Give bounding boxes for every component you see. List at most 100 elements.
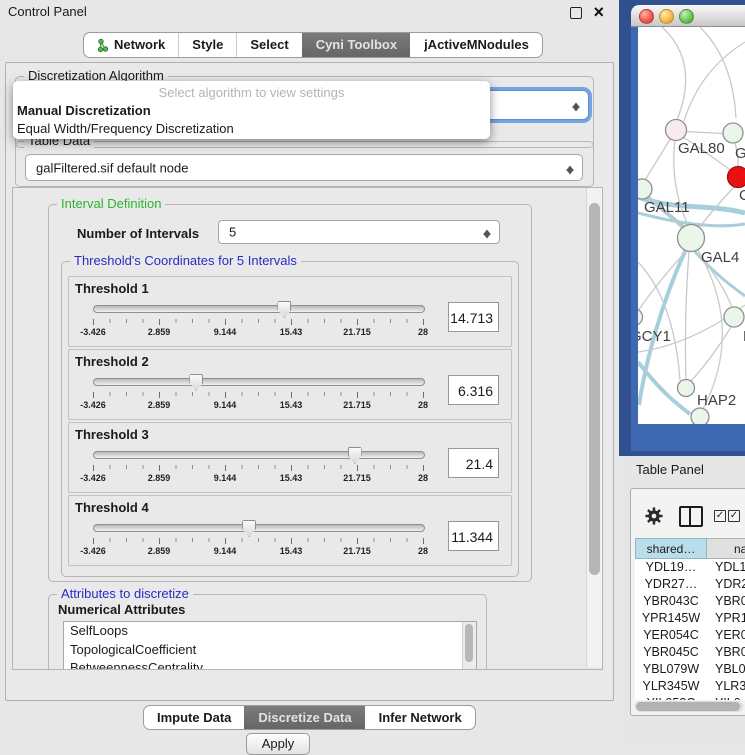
tick-label: 21.715 (343, 546, 371, 556)
threshold-1-slider[interactable] (93, 305, 425, 313)
network-node[interactable] (638, 309, 643, 326)
tab-label: Impute Data (157, 706, 231, 729)
table-cell: YER054C (635, 627, 707, 644)
threshold-3-slider[interactable] (93, 451, 425, 459)
tab-label: Infer Network (379, 706, 462, 729)
table-cell: YBL0 (715, 661, 745, 678)
checkbox-icon[interactable]: ✓ (714, 510, 726, 522)
algorithm-popup-item[interactable]: Manual Discretization (13, 102, 490, 120)
apply-button[interactable]: Apply (246, 733, 310, 755)
table-cell: YBR0 (715, 593, 745, 610)
zoom-traffic-light[interactable] (679, 9, 694, 24)
table-row[interactable]: YDL19…YDL1 (635, 559, 745, 576)
network-window-titlebar[interactable] (631, 5, 745, 27)
tick-label: -3.426 (80, 473, 106, 483)
table-row[interactable]: YPR145WYPR1 (635, 610, 745, 627)
tick-label: 15.43 (280, 400, 303, 410)
column-header-name[interactable]: name (707, 538, 745, 559)
network-canvas[interactable]: GAL80GACGAL11GAL4GCY1HHAP2 (638, 27, 745, 424)
slider-thumb[interactable] (277, 301, 291, 318)
table-cell: YIL053C (635, 695, 707, 700)
threshold-value-field[interactable]: 6.316 (448, 375, 499, 405)
slider-tick-labels: -3.4262.8599.14415.4321.71528 (93, 546, 423, 557)
minimize-traffic-light[interactable] (659, 9, 674, 24)
scrollbar-thumb[interactable] (636, 702, 740, 711)
table-row[interactable]: YIL053CYIL0 (635, 695, 745, 700)
network-window-frame: GAL80GACGAL11GAL4GCY1HHAP2 (631, 27, 745, 451)
group-title: Threshold's Coordinates for 5 Intervals (70, 254, 301, 268)
threshold-2-slider[interactable] (93, 378, 425, 386)
node-table: shared… name YDL19…YDL1YDR27… YDR2YBR043C… (635, 538, 745, 700)
threshold-value-field[interactable]: 14.713 (448, 302, 499, 332)
network-node[interactable] (728, 167, 745, 188)
table-row[interactable]: YDR27… YDR2 (635, 576, 745, 593)
scrollbar-thumb[interactable] (589, 203, 600, 575)
table-cell: YDR2 (715, 576, 745, 593)
table-cell: YLR3 (715, 678, 745, 695)
tick-label: 21.715 (343, 327, 371, 337)
list-item[interactable]: BetweennessCentrality (64, 659, 476, 670)
threshold-value-field[interactable]: 21.4 (448, 448, 499, 478)
threshold-value-field[interactable]: 11.344 (448, 521, 499, 551)
combobox-value: galFiltered.sif default node (36, 160, 188, 175)
number-of-intervals-combobox[interactable]: 5 (218, 220, 500, 244)
tab-network[interactable]: Network (84, 33, 178, 57)
table-row[interactable]: YBR045CYBR0 (635, 644, 745, 661)
tab-infer-network[interactable]: Infer Network (365, 706, 475, 729)
scrollbar-thumb[interactable] (465, 624, 473, 662)
tab-style[interactable]: Style (178, 33, 236, 57)
slider-tick-labels: -3.4262.8599.14415.4321.71528 (93, 327, 423, 338)
table-browser: ✓ ✓ shared… name YDL19…YDL1YDR27…YDR2YBR… (630, 488, 745, 716)
network-node[interactable] (638, 179, 652, 199)
vertical-scrollbar[interactable] (586, 188, 602, 667)
list-item[interactable]: TopologicalCoefficient (64, 641, 476, 660)
network-node[interactable] (666, 120, 687, 141)
list-scrollbar[interactable] (462, 622, 476, 670)
threshold-4-slider[interactable] (93, 524, 425, 532)
threshold-4-panel: Threshold 4 -3.4262.8599.14415.4321.7152… (68, 495, 512, 566)
column-header-shared-name[interactable]: shared… (635, 538, 707, 559)
table-cell: YDR27… (635, 576, 707, 593)
close-icon[interactable]: × (593, 0, 604, 24)
tab-cyni-toolbox[interactable]: Cyni Toolbox (302, 33, 410, 57)
checkbox-icon[interactable]: ✓ (728, 510, 740, 522)
slider-thumb[interactable] (242, 520, 256, 537)
threshold-1-panel: Threshold 1 -3.4262.8599.14415.4321.7152… (68, 276, 512, 347)
slider-major-ticks (93, 319, 424, 325)
algorithm-dropdown-popup: Select algorithm to view settingsManual … (13, 81, 490, 139)
table-row[interactable]: YLR345WYLR3 (635, 678, 745, 695)
close-traffic-light[interactable] (639, 9, 654, 24)
tab-jactivemnodules[interactable]: jActiveMNodules (410, 33, 542, 57)
table-row[interactable]: YER054CYER0 (635, 627, 745, 644)
tab-label: Select (250, 33, 288, 57)
settings-gear-icon[interactable] (645, 507, 663, 530)
network-node[interactable] (678, 380, 695, 397)
tab-discretize-data[interactable]: Discretize Data (244, 706, 364, 729)
table-cell: YDL1 (715, 559, 745, 576)
float-window-icon[interactable] (570, 7, 582, 19)
slider-thumb[interactable] (189, 374, 203, 391)
algorithm-popup-item[interactable]: Select algorithm to view settings (13, 84, 490, 102)
network-node[interactable] (678, 225, 705, 252)
network-node[interactable] (723, 123, 743, 143)
table-row[interactable]: YBR043CYBR0 (635, 593, 745, 610)
tick-label: 28 (418, 546, 428, 556)
tab-label: Network (114, 33, 165, 57)
table-panel-titlebar: Table Panel (619, 456, 745, 483)
table-data-combobox[interactable]: galFiltered.sif default node (25, 154, 583, 181)
numerical-attributes-list[interactable]: SelfLoopsTopologicalCoefficientBetweenne… (63, 621, 477, 670)
network-node[interactable] (691, 408, 709, 424)
tab-select[interactable]: Select (236, 33, 301, 57)
tab-impute-data[interactable]: Impute Data (144, 706, 244, 729)
tick-label: 9.144 (214, 400, 237, 410)
slider-thumb[interactable] (348, 447, 362, 464)
horizontal-scrollbar[interactable] (635, 701, 743, 712)
algorithm-popup-item[interactable]: Equal Width/Frequency Discretization (13, 120, 490, 138)
network-node-label: HAP2 (697, 392, 736, 409)
column-layout-icon[interactable] (679, 506, 703, 527)
table-row[interactable]: YBL079WYBL0 (635, 661, 745, 678)
network-node-label: C (739, 187, 745, 204)
list-item[interactable]: SelfLoops (64, 622, 476, 641)
tick-label: 9.144 (214, 546, 237, 556)
network-node[interactable] (724, 307, 744, 327)
